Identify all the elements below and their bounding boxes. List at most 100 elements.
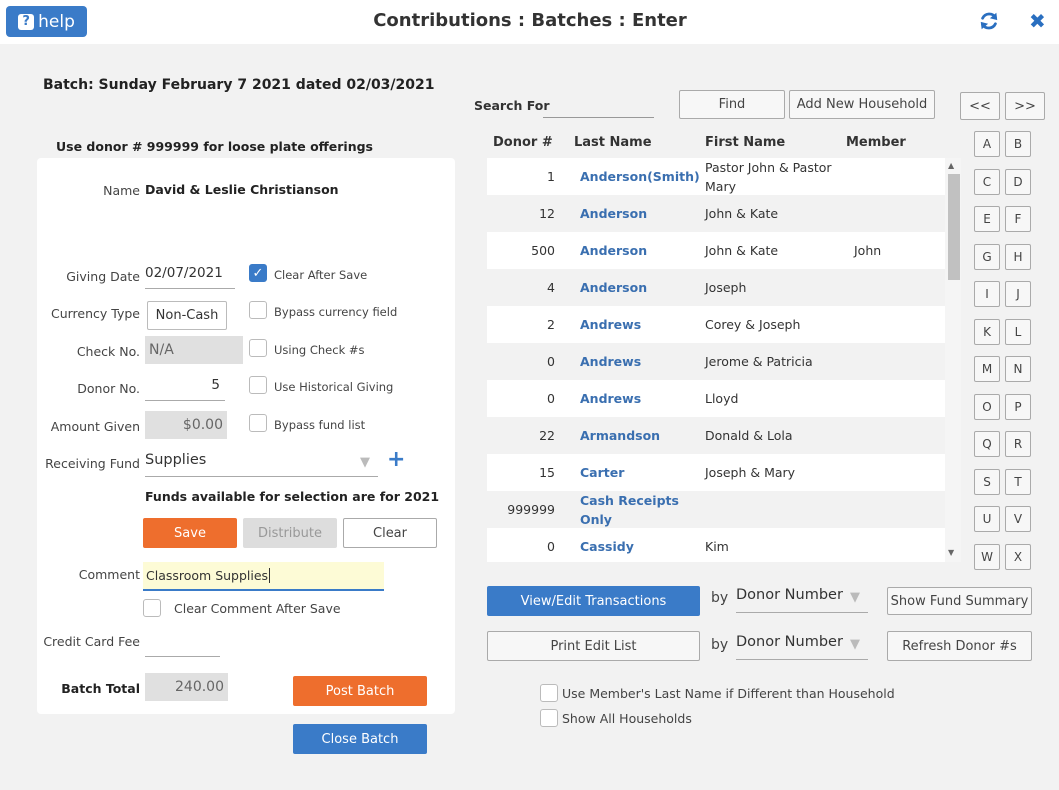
letter-button-k[interactable]: K [974,319,1000,345]
letter-button-s[interactable]: S [974,469,1000,495]
bypass-currency-checkbox[interactable] [249,301,267,319]
table-row[interactable]: 0AndrewsLloyd [487,380,945,417]
table-row[interactable]: 4AndersonJoseph [487,269,945,306]
cell-last-name[interactable]: Andrews [580,343,700,380]
cell-last-name[interactable]: Andrews [580,306,700,343]
cell-last-name[interactable]: Carter [580,454,700,491]
letter-button-d[interactable]: D [1005,169,1031,195]
table-row[interactable]: 15 CarterJoseph & Mary [487,454,945,491]
letter-button-p[interactable]: P [1005,394,1031,420]
table-row[interactable]: 1Anderson(Smith)Pastor John & Pastor Mar… [487,158,945,195]
show-all-households-checkbox[interactable] [540,709,558,727]
cell-last-name[interactable]: Anderson [580,269,700,306]
clear-after-save-checkbox[interactable]: ✓ [249,264,267,282]
letter-button-m[interactable]: M [974,356,1000,382]
table-row[interactable]: 999999Cash Receipts Only [487,491,945,528]
sort-select-2[interactable]: Donor Number ▼ [736,634,868,660]
letter-button-n[interactable]: N [1005,356,1031,382]
letter-button-c[interactable]: C [974,169,1000,195]
sort-select-2-value: Donor Number [736,634,843,650]
cell-last-name[interactable]: Cash Receipts Only [580,491,700,528]
print-edit-list-button[interactable]: Print Edit List [487,631,700,661]
letter-button-j[interactable]: J [1005,281,1031,307]
refresh-donor-button[interactable]: Refresh Donor #s [887,631,1032,661]
comment-input[interactable]: Classroom Supplies [143,562,384,591]
cell-last-name[interactable]: Armandson [580,417,700,454]
using-check-checkbox[interactable] [249,339,267,357]
close-icon[interactable]: ✖ [1029,9,1046,33]
letter-button-e[interactable]: E [974,206,1000,232]
refresh-icon[interactable] [978,10,1000,32]
letter-button-o[interactable]: O [974,394,1000,420]
scroll-up-icon[interactable]: ▲ [948,161,954,170]
cell-last-name[interactable]: Anderson [580,195,700,232]
show-fund-summary-button[interactable]: Show Fund Summary [887,587,1032,615]
bypass-fund-checkbox[interactable] [249,414,267,432]
view-edit-transactions-button[interactable]: View/Edit Transactions [487,586,700,616]
table-row[interactable]: 12AndersonJohn & Kate [487,195,945,232]
cell-last-name[interactable]: Anderson [580,232,700,269]
cc-fee-input[interactable] [145,633,220,657]
next-page-button[interactable]: >> [1005,92,1045,120]
header-first-name[interactable]: First Name [705,135,785,150]
fund-select[interactable]: Supplies ▼ [145,452,378,477]
cell-last-name[interactable]: Anderson(Smith) [580,158,700,195]
letter-button-a[interactable]: A [974,131,1000,157]
cc-fee-label: Credit Card Fee [30,634,140,649]
distribute-button[interactable]: Distribute [243,518,337,548]
table-row[interactable]: 0CassidyKim [487,528,945,562]
letter-button-b[interactable]: B [1005,131,1031,157]
letter-button-x[interactable]: X [1005,544,1031,570]
letter-button-g[interactable]: G [974,244,1000,270]
use-historical-checkbox[interactable] [249,376,267,394]
page-title: Contributions : Batches : Enter [330,10,730,31]
letter-button-v[interactable]: V [1005,506,1031,532]
clear-button[interactable]: Clear [343,518,437,548]
letter-button-i[interactable]: I [974,281,1000,307]
header-member[interactable]: Member [846,135,906,150]
table-row[interactable]: 22ArmandsonDonald & Lola [487,417,945,454]
giving-date-input[interactable]: 02/07/2021 [145,265,235,289]
cell-last-name[interactable]: Andrews [580,380,700,417]
scroll-thumb[interactable] [948,174,960,280]
letter-button-r[interactable]: R [1005,431,1031,457]
save-button[interactable]: Save [143,518,237,548]
cell-donor-number: 15 [487,454,555,491]
use-member-last-name-checkbox[interactable] [540,684,558,702]
find-button[interactable]: Find [679,90,785,119]
header-donor[interactable]: Donor # [493,135,553,150]
scroll-down-icon[interactable]: ▼ [948,548,954,557]
letter-button-h[interactable]: H [1005,244,1031,270]
check-no-input[interactable]: N/A [145,336,243,364]
currency-type-field[interactable]: Non-Cash [147,301,227,330]
amount-input[interactable]: $0.00 [145,411,227,439]
header-last-name[interactable]: Last Name [574,135,652,150]
letter-button-u[interactable]: U [974,506,1000,532]
show-all-households-label: Show All Households [562,711,692,726]
clear-comment-checkbox[interactable] [143,599,161,617]
post-batch-button[interactable]: Post Batch [293,676,427,706]
add-household-button[interactable]: Add New Household [789,90,935,119]
letter-button-f[interactable]: F [1005,206,1031,232]
close-batch-button[interactable]: Close Batch [293,724,427,754]
giving-date-label: Giving Date [40,269,140,284]
sort-select-1[interactable]: Donor Number ▼ [736,587,868,613]
help-button[interactable]: ? help [6,6,87,37]
table-row[interactable]: 500AndersonJohn & KateJohn [487,232,945,269]
donor-no-input[interactable]: 5 [145,377,225,401]
table-row[interactable]: 2AndrewsCorey & Joseph [487,306,945,343]
cell-member [854,528,934,562]
letter-button-w[interactable]: W [974,544,1000,570]
letter-button-q[interactable]: Q [974,431,1000,457]
prev-page-button[interactable]: << [960,92,1000,120]
cell-last-name[interactable]: Cassidy [580,528,700,562]
chevron-down-icon: ▼ [850,637,860,652]
check-no-label: Check No. [40,344,140,359]
letter-button-l[interactable]: L [1005,319,1031,345]
cell-first-name: Joseph & Mary [705,454,840,491]
cell-member [854,417,934,454]
letter-button-t[interactable]: T [1005,469,1031,495]
table-row[interactable]: 0AndrewsJerome & Patricia [487,343,945,380]
search-input[interactable] [543,94,654,118]
add-fund-icon[interactable]: + [387,449,405,471]
